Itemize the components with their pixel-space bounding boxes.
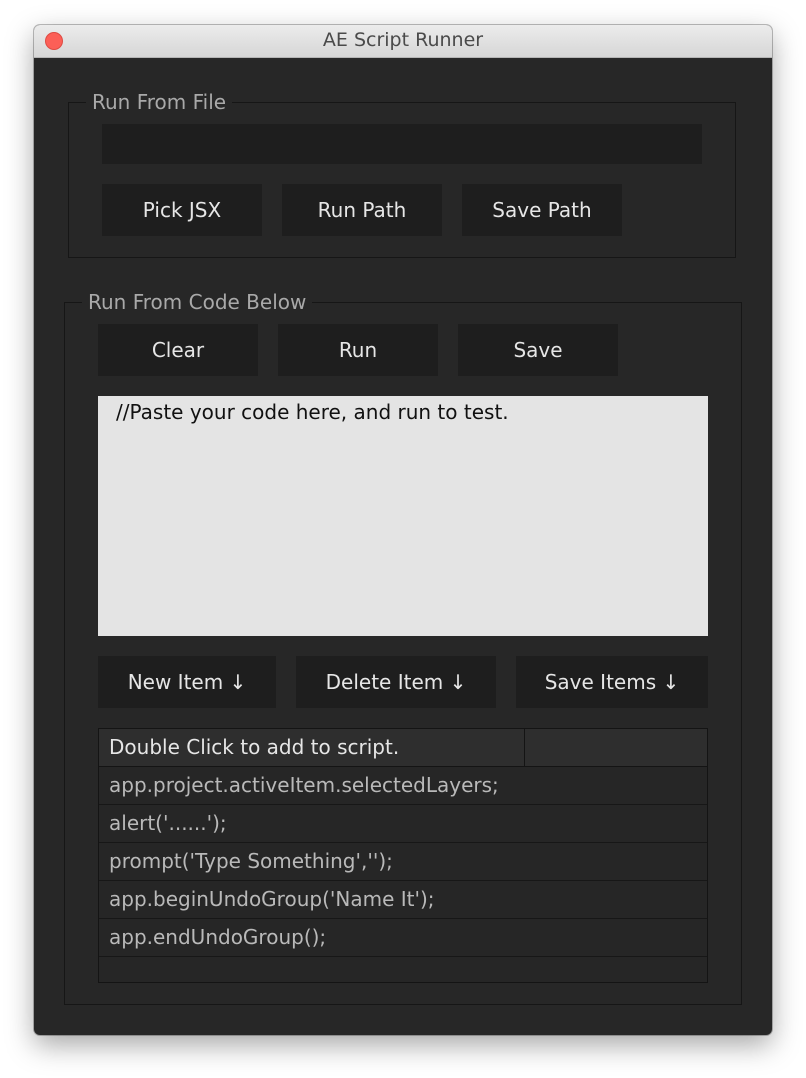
list-header-label: Double Click to add to script. <box>99 729 525 766</box>
run-from-code-legend: Run From Code Below <box>82 290 313 314</box>
run-path-button[interactable]: Run Path <box>282 184 442 236</box>
delete-item-button[interactable]: Delete Item ↓ <box>296 656 496 708</box>
run-button[interactable]: Run <box>278 324 438 376</box>
list-item[interactable]: app.endUndoGroup(); <box>99 919 707 957</box>
code-editor[interactable]: //Paste your code here, and run to test. <box>98 396 708 636</box>
list-item[interactable]: app.project.activeItem.selectedLayers; <box>99 767 707 805</box>
run-from-file-legend: Run From File <box>86 90 233 114</box>
list-item[interactable]: prompt('Type Something',''); <box>99 843 707 881</box>
new-item-button[interactable]: New Item ↓ <box>98 656 276 708</box>
list-item[interactable] <box>99 957 707 995</box>
clear-button[interactable]: Clear <box>98 324 258 376</box>
save-path-button[interactable]: Save Path <box>462 184 622 236</box>
list-header-column-2 <box>525 729 707 766</box>
save-button[interactable]: Save <box>458 324 618 376</box>
save-items-button[interactable]: Save Items ↓ <box>516 656 708 708</box>
titlebar[interactable]: AE Script Runner <box>34 25 772 58</box>
list-header: Double Click to add to script. <box>99 729 707 767</box>
list-item[interactable]: app.beginUndoGroup('Name It'); <box>99 881 707 919</box>
jsx-path-field[interactable] <box>102 124 702 164</box>
pick-jsx-button[interactable]: Pick JSX <box>102 184 262 236</box>
snippet-list[interactable]: Double Click to add to script. app.proje… <box>98 728 708 983</box>
list-item[interactable]: alert('......'); <box>99 805 707 843</box>
window-title: AE Script Runner <box>322 29 484 51</box>
app-window: AE Script Runner Run From File Pick JSX … <box>34 25 772 1035</box>
